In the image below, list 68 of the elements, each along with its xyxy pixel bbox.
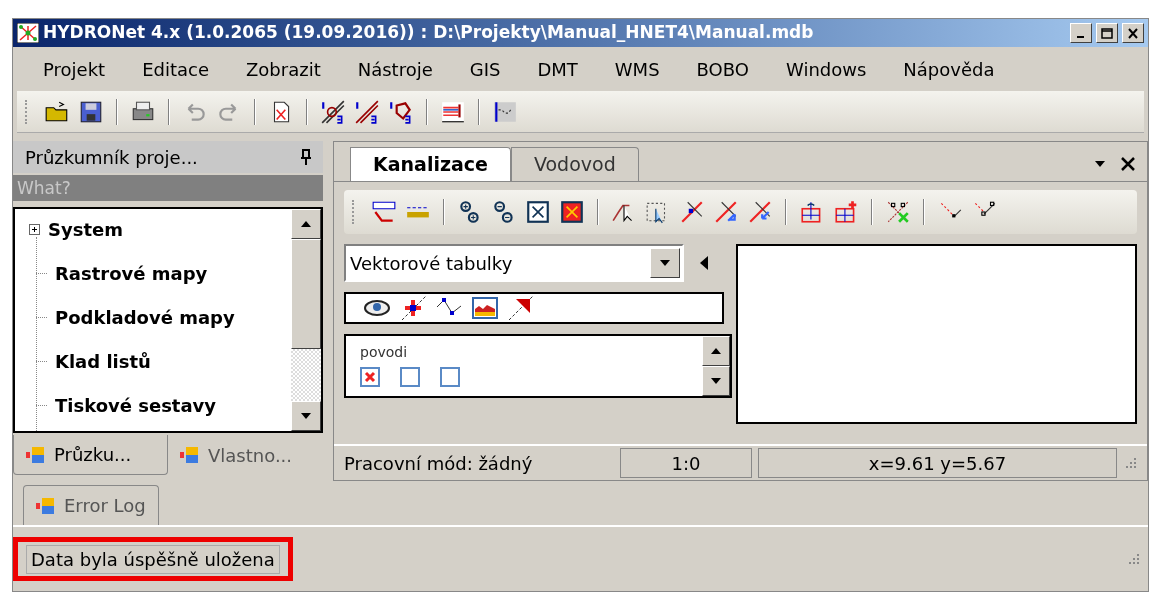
resize-grip-icon[interactable] xyxy=(1126,552,1140,566)
menu-item[interactable]: Windows xyxy=(786,55,867,83)
add-point-icon[interactable] xyxy=(400,296,426,320)
scroll-down-icon xyxy=(711,378,721,384)
join-pipe-icon[interactable] xyxy=(747,199,773,225)
eye-icon[interactable] xyxy=(364,298,390,318)
dropdown-arrow-icon xyxy=(660,260,670,266)
panel-icon xyxy=(26,444,46,465)
cross-mark-icon xyxy=(364,371,376,383)
tree-item[interactable]: Podkladové mapy xyxy=(55,303,235,331)
delete-node-icon[interactable] xyxy=(885,199,911,225)
info-icon[interactable] xyxy=(371,199,397,225)
scrollbar[interactable] xyxy=(702,336,730,396)
panel-tab[interactable]: Vlastno... xyxy=(168,435,323,475)
dropdown-icon xyxy=(1095,161,1105,167)
scale-label: 1:0 xyxy=(620,448,752,478)
layer-dropdown[interactable]: Vektorové tabulky xyxy=(344,244,684,282)
pipe-info-icon[interactable] xyxy=(354,98,380,125)
error-log-tab[interactable]: Error Log xyxy=(23,485,159,525)
map-canvas[interactable] xyxy=(736,244,1137,424)
layer-checkbox[interactable] xyxy=(440,367,460,387)
tree-item[interactable]: System xyxy=(48,215,123,243)
expand-icon[interactable] xyxy=(29,223,40,235)
add-frame-icon[interactable] xyxy=(833,199,859,225)
menu-item[interactable]: DMT xyxy=(537,55,578,83)
panel-tab[interactable]: Průzku... xyxy=(13,435,168,475)
document-tab[interactable]: Kanalizace xyxy=(350,147,511,181)
pointer-arrow-icon[interactable] xyxy=(508,295,534,321)
menu-item[interactable]: Nápověda xyxy=(903,55,995,83)
panel-icon xyxy=(36,495,56,516)
minimize-icon[interactable] xyxy=(1070,23,1092,43)
pin-icon[interactable] xyxy=(301,149,311,165)
split-pipe-icon[interactable] xyxy=(713,199,739,225)
zoom-extent-icon[interactable] xyxy=(525,199,551,225)
panel-title: Průzkumník proje... xyxy=(25,145,198,170)
raster-image-icon[interactable] xyxy=(472,297,498,319)
menu-item[interactable]: Projekt xyxy=(43,55,106,83)
resize-grip-icon[interactable] xyxy=(1123,456,1137,470)
tree-item[interactable]: Klad listů xyxy=(55,347,151,375)
tree-item[interactable]: Tiskové sestavy xyxy=(55,391,217,419)
scroll-down-icon xyxy=(301,413,311,419)
scroll-up-icon xyxy=(711,348,721,354)
layer-checkbox[interactable] xyxy=(400,367,420,387)
menu-item[interactable]: GIS xyxy=(469,55,501,83)
work-mode-label: Pracovní mód: žádný xyxy=(344,451,534,476)
menu-item[interactable]: WMS xyxy=(614,55,660,83)
search-field[interactable]: What? xyxy=(13,175,323,201)
menu-item[interactable]: Editace xyxy=(142,55,209,83)
scroll-up-icon xyxy=(301,221,311,227)
zoom-window-icon[interactable] xyxy=(559,199,585,225)
layer-checkbox[interactable] xyxy=(360,367,380,387)
close-icon[interactable] xyxy=(1121,157,1135,171)
menu-item[interactable]: BOBO xyxy=(696,55,749,83)
node-info-icon[interactable] xyxy=(320,98,346,125)
menu-item[interactable]: Nástroje xyxy=(357,55,433,83)
node-icon[interactable] xyxy=(679,199,705,225)
layer-name: povodi xyxy=(360,343,409,362)
network-logo-icon xyxy=(17,23,39,43)
window-title: HYDRONet 4.x (1.0.2065 (19.09.2016)) : D:\Projekty\Manual_HNET4\Manual.mdb xyxy=(43,21,815,45)
panel-icon xyxy=(180,445,200,465)
menu-item[interactable]: Zobrazit xyxy=(246,55,321,83)
status-bar-message: Data byla úspěšně uložena xyxy=(13,537,293,581)
document-tab[interactable]: Vodovod xyxy=(510,147,639,181)
maximize-icon[interactable] xyxy=(1096,23,1118,43)
scrollbar[interactable] xyxy=(291,209,321,431)
coordinates-label: x=9.61 y=5.67 xyxy=(758,448,1117,478)
tree-item[interactable]: Rastrové mapy xyxy=(55,259,208,287)
collapse-left-icon[interactable] xyxy=(700,256,708,270)
